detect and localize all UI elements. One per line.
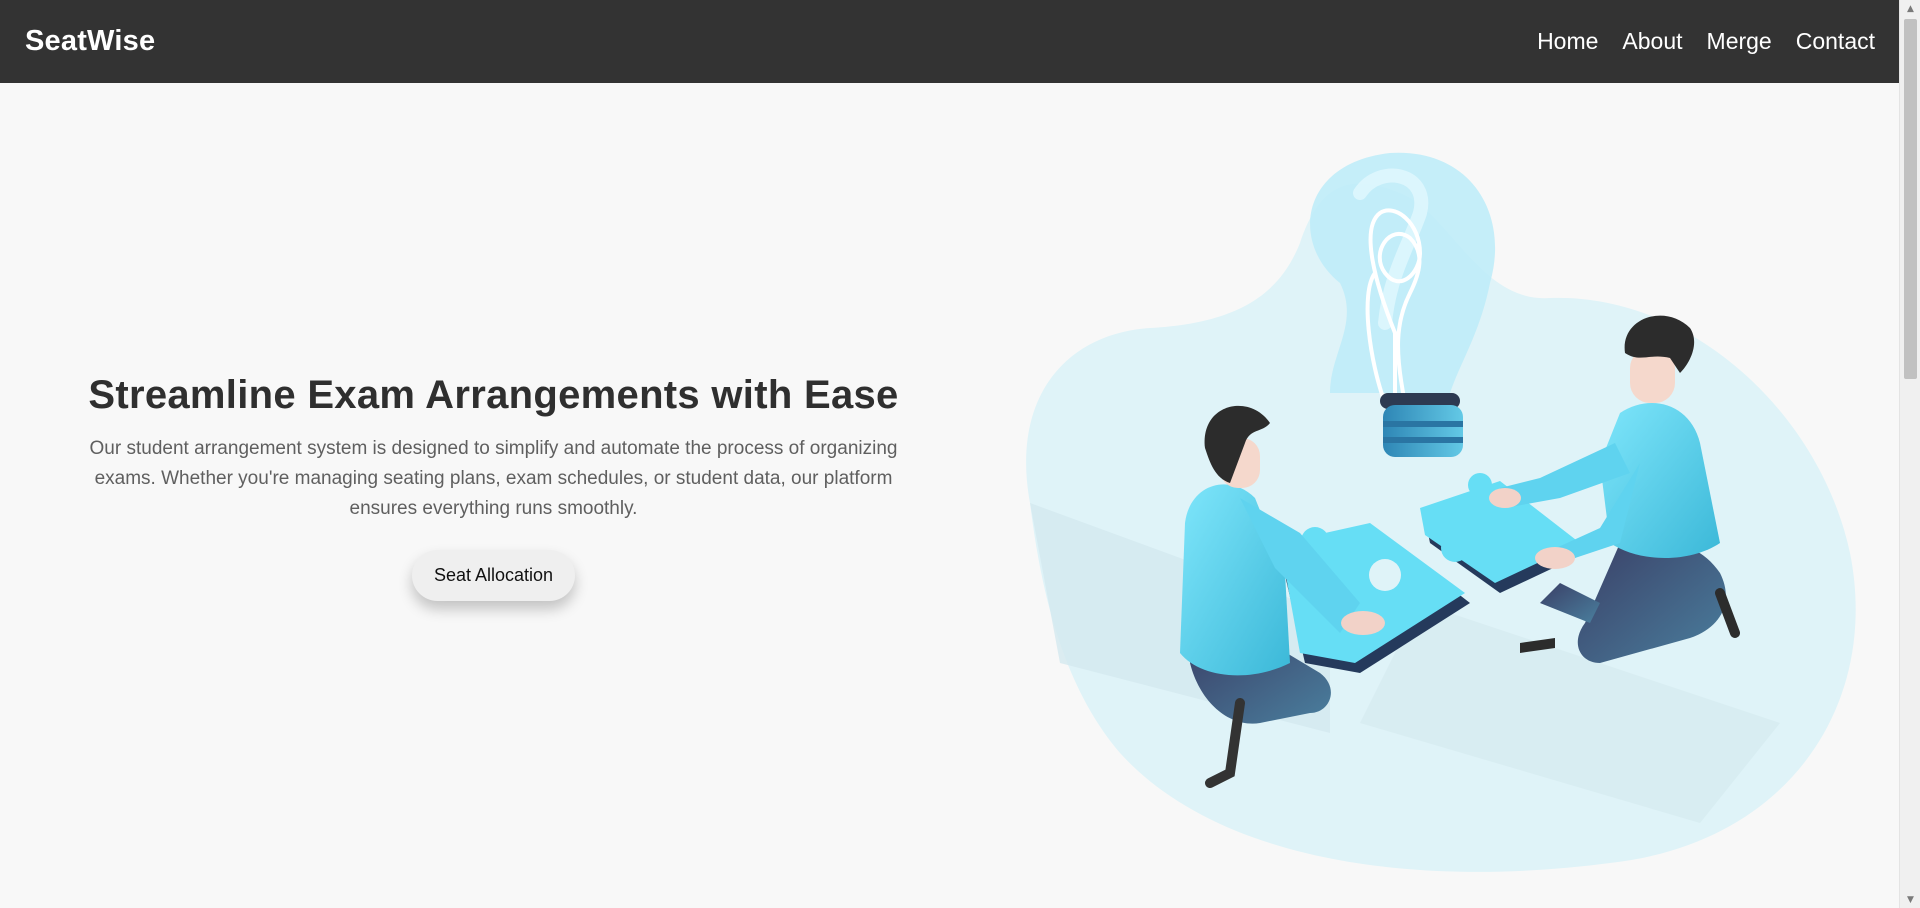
scroll-thumb[interactable] bbox=[1904, 19, 1917, 379]
hero-title: Streamline Exam Arrangements with Ease bbox=[88, 373, 899, 417]
nav-link-home[interactable]: Home bbox=[1537, 28, 1598, 55]
hero-description: Our student arrangement system is design… bbox=[89, 438, 898, 519]
nav-links: Home About Merge Contact bbox=[1537, 28, 1875, 55]
scroll-up-arrow-icon[interactable]: ▲ bbox=[1900, 0, 1920, 17]
main-content: Streamline Exam Arrangements with Ease O… bbox=[0, 83, 1899, 908]
scroll-down-arrow-icon[interactable]: ▼ bbox=[1900, 891, 1920, 908]
navbar: SeatWise Home About Merge Contact bbox=[0, 0, 1899, 83]
hero-section: Streamline Exam Arrangements with Ease O… bbox=[40, 373, 947, 601]
brand-logo[interactable]: SeatWise bbox=[25, 25, 155, 58]
nav-link-contact[interactable]: Contact bbox=[1796, 28, 1875, 55]
nav-link-about[interactable]: About bbox=[1622, 28, 1682, 55]
illustration-svg bbox=[1026, 152, 1856, 872]
seat-allocation-button[interactable]: Seat Allocation bbox=[411, 550, 576, 601]
nav-link-merge[interactable]: Merge bbox=[1707, 28, 1772, 55]
hero-illustration bbox=[1000, 103, 1860, 903]
vertical-scrollbar[interactable]: ▲ ▼ bbox=[1899, 0, 1920, 908]
